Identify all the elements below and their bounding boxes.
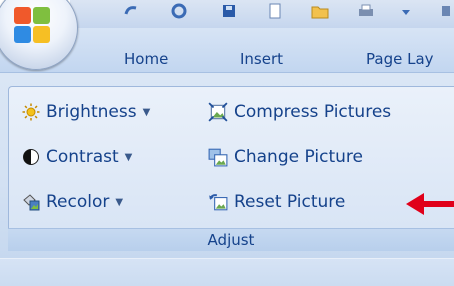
adjust-group-label: Adjust: [8, 228, 454, 251]
recolor-button[interactable]: Recolor ▼: [22, 190, 123, 214]
print-icon[interactable]: [356, 2, 376, 20]
change-picture-button[interactable]: Change Picture: [208, 145, 363, 169]
brightness-button[interactable]: Brightness ▼: [22, 100, 150, 124]
tab-page-layout[interactable]: Page Lay: [366, 50, 434, 68]
change-picture-label: Change Picture: [234, 147, 363, 167]
contrast-label: Contrast: [46, 147, 119, 167]
compress-pictures-button[interactable]: Compress Pictures: [208, 100, 391, 124]
compress-pictures-label: Compress Pictures: [234, 102, 392, 122]
contrast-icon: [23, 149, 39, 165]
chevron-down-icon: ▼: [115, 196, 124, 208]
change-picture-icon: [208, 148, 228, 167]
ribbon-bottom-strip: [0, 258, 454, 286]
annotation-arrow-icon: [406, 193, 454, 215]
undo-icon[interactable]: [170, 2, 188, 20]
recolor-icon: [23, 194, 40, 211]
reset-picture-icon: [209, 194, 228, 211]
sun-icon: [22, 103, 40, 121]
compress-pictures-icon: [208, 102, 228, 122]
chevron-down-icon: ▼: [124, 151, 133, 163]
customize-icon[interactable]: [400, 2, 412, 20]
redo-icon[interactable]: [122, 2, 140, 20]
reset-picture-label: Reset Picture: [234, 192, 346, 212]
tab-insert[interactable]: Insert: [240, 50, 283, 68]
brightness-label: Brightness: [46, 102, 137, 122]
chevron-down-icon: ▼: [142, 106, 151, 118]
new-document-icon[interactable]: [266, 2, 284, 20]
contrast-button[interactable]: Contrast ▼: [22, 145, 132, 169]
save-icon[interactable]: [220, 2, 238, 20]
open-folder-icon[interactable]: [310, 2, 330, 20]
tab-home[interactable]: Home: [124, 50, 168, 68]
office-logo-icon: [14, 7, 50, 43]
recolor-label: Recolor: [46, 192, 110, 212]
reset-picture-button[interactable]: Reset Picture: [208, 190, 345, 214]
quick-access-toolbar: [70, 0, 454, 29]
overflow-icon[interactable]: [440, 2, 452, 20]
